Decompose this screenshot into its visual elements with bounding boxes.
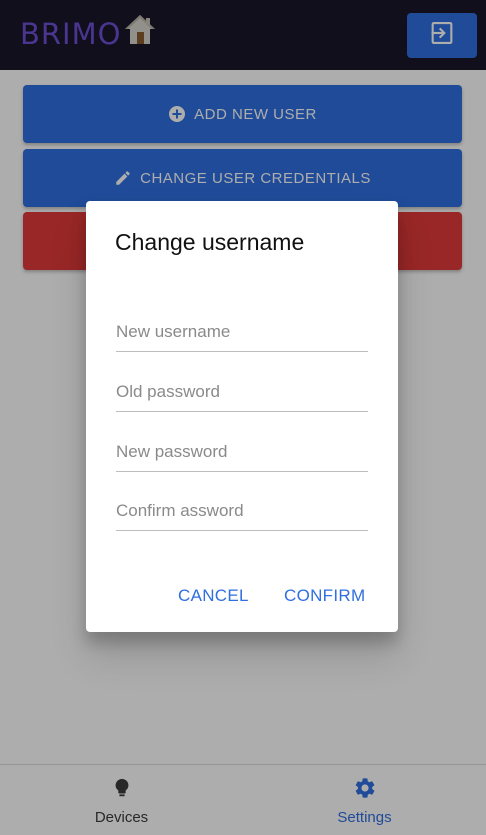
old-password-field[interactable] bbox=[116, 372, 368, 412]
new-password-field[interactable] bbox=[116, 432, 368, 472]
confirm-password-field[interactable] bbox=[116, 491, 368, 531]
change-username-dialog: Change username CANCEL CONFIRM bbox=[86, 201, 398, 632]
cancel-button[interactable]: CANCEL bbox=[178, 586, 249, 606]
dialog-title: Change username bbox=[115, 229, 305, 255]
new-username-field[interactable] bbox=[116, 312, 368, 352]
confirm-button[interactable]: CONFIRM bbox=[284, 586, 365, 606]
